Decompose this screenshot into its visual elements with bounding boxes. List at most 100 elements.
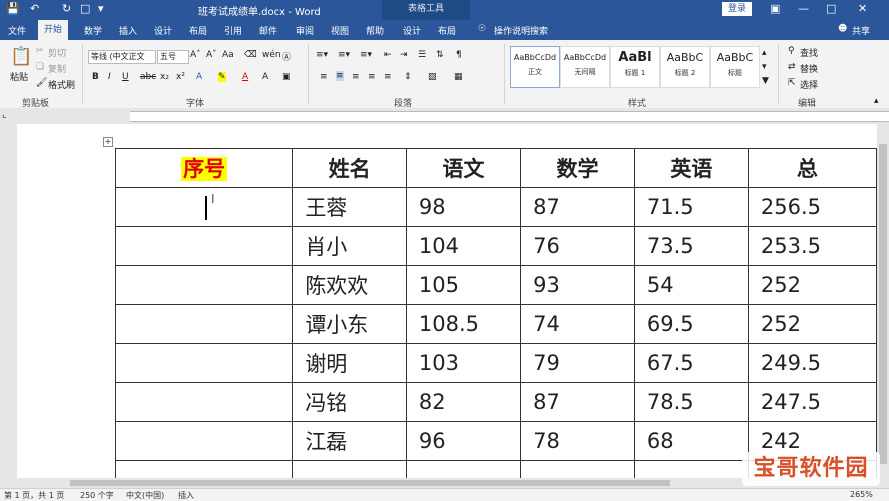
paintbrush-icon[interactable]: 🖌 [36,78,47,88]
replace-icon[interactable]: ⇄ [788,62,796,72]
table-cell[interactable] [114,265,294,305]
increase-indent-icon[interactable]: ⇥ [400,50,408,60]
table-cell[interactable]: 105 [405,265,522,305]
table-cell[interactable]: 73.5 [633,226,749,266]
table-cell[interactable]: 69.5 [633,304,749,344]
table-cell[interactable]: 247.5 [747,382,877,422]
table-cell[interactable]: 陈欢欢 [292,265,407,305]
show-marks-icon[interactable]: ¶ [456,50,462,60]
styles-scroll-down-icon[interactable]: ▾ [762,62,767,72]
insert-mode-indicator[interactable]: 插入 [178,490,194,501]
copy-icon[interactable]: ❏ [36,62,44,72]
page-count[interactable]: 第 1 页，共 1 页 [4,490,64,501]
table-cell[interactable]: 253.5 [747,226,877,266]
tab-layout[interactable]: 布局 [189,24,207,37]
table-move-handle-icon[interactable]: + [103,137,113,147]
table-cell[interactable]: 104 [405,226,522,266]
table-cell[interactable]: 252 [747,304,877,344]
clipboard-icon[interactable]: 📋 [10,46,32,67]
table-cell[interactable]: 71.5 [633,187,749,227]
multilevel-list-icon[interactable]: ≡▾ [360,50,372,60]
table-cell[interactable]: 98 [405,187,522,227]
align-center-icon[interactable]: ≡ [336,71,344,81]
select-button[interactable]: 选择 [800,78,818,91]
table-cell[interactable]: 87 [520,382,635,422]
shading-icon[interactable]: ▧ [428,72,437,82]
tell-me-search[interactable]: 操作说明搜索 [494,24,548,37]
search-icon[interactable]: ⚲ [788,46,795,56]
italic-icon[interactable]: I [108,72,111,82]
chinese-layout-icon[interactable]: ☰ [418,50,426,60]
table-cell[interactable] [292,460,407,478]
scissors-icon[interactable]: ✂ [36,46,44,56]
redo-icon[interactable]: ↻ [62,2,71,15]
header-cell-chinese[interactable]: 语文 [405,148,522,188]
table-cell[interactable]: 103 [405,343,522,383]
table-cell[interactable] [114,460,294,478]
table-cell[interactable]: 谢明 [292,343,407,383]
sort-icon[interactable]: ⇅ [436,50,444,60]
table-cell[interactable] [114,421,294,461]
numbering-icon[interactable]: ≡▾ [338,50,350,60]
table-cell[interactable]: I [114,187,294,227]
change-case-icon[interactable]: Aa [222,50,234,60]
table-cell[interactable] [520,460,635,478]
decrease-indent-icon[interactable]: ⇤ [384,50,392,60]
strikethrough-icon[interactable]: abc [140,72,156,82]
char-border-icon[interactable]: ▣ [282,72,291,82]
collapse-ribbon-icon[interactable]: ▴ [874,96,879,106]
table-cell[interactable]: 78.5 [633,382,749,422]
shrink-font-icon[interactable]: Aˇ [206,50,217,60]
bullets-icon[interactable]: ≡▾ [316,50,328,60]
table-cell[interactable] [405,460,522,478]
table-cell[interactable]: 74 [520,304,635,344]
find-button[interactable]: 查找 [800,46,818,59]
ribbon-display-options-icon[interactable]: ▣ [770,2,780,15]
copy-button[interactable]: 复制 [48,62,66,75]
font-size-select[interactable]: 五号 [157,50,189,64]
select-icon[interactable]: ⇱ [788,78,796,88]
table-cell[interactable]: 96 [405,421,522,461]
replace-button[interactable]: 替换 [800,62,818,75]
tab-references[interactable]: 引用 [224,24,242,37]
tab-home[interactable]: 开始 [38,20,69,40]
table-cell[interactable]: 252 [747,265,877,305]
table-cell[interactable] [114,226,294,266]
language-indicator[interactable]: 中文(中国) [126,490,164,501]
tab-math[interactable]: 数学 [84,24,102,37]
save-icon[interactable]: 💾 [6,2,20,15]
tab-design[interactable]: 设计 [154,24,172,37]
minimize-icon[interactable]: — [798,2,809,15]
bold-icon[interactable]: B [92,72,99,82]
font-color-icon[interactable]: A [242,72,248,82]
style-no-spacing[interactable]: AaBbCcDd 无间隔 [560,46,610,88]
header-cell-name[interactable]: 姓名 [292,148,407,188]
customize-quick-access-icon[interactable]: ▾ [98,2,104,15]
grade-table[interactable]: 序号 姓名 语文 数学 英语 总 I 王蓉 98 87 71.5 256.5 肖… [114,148,877,478]
close-icon[interactable]: ✕ [858,2,867,15]
enclose-char-icon[interactable]: Ⓐ [282,50,291,63]
table-cell[interactable]: 谭小东 [292,304,407,344]
vertical-scroll-thumb[interactable] [879,144,887,464]
text-effects-icon[interactable]: A [196,72,202,82]
font-name-select[interactable]: 等线 (中文正文 [88,50,156,64]
style-normal[interactable]: AaBbCcDd 正文 [510,46,560,88]
vertical-scrollbar[interactable] [877,124,889,486]
subscript-icon[interactable]: x₂ [160,72,169,82]
tab-file[interactable]: 文件 [8,24,26,37]
table-cell[interactable]: 冯铭 [292,382,407,422]
clear-formatting-icon[interactable]: ⌫ [244,50,257,60]
table-cell[interactable]: 王蓉 [292,187,407,227]
table-cell[interactable]: 249.5 [747,343,877,383]
horizontal-ruler[interactable]: ⌞ [0,108,889,124]
table-cell[interactable] [114,304,294,344]
table-cell[interactable] [633,460,749,478]
tab-help[interactable]: 帮助 [366,24,384,37]
highlight-color-icon[interactable]: ✎ [218,72,226,82]
paste-button[interactable]: 粘贴 [10,70,28,83]
header-cell-english[interactable]: 英语 [633,148,749,188]
style-title[interactable]: AaBbC 标题 [710,46,760,88]
table-cell[interactable]: 93 [520,265,635,305]
login-button[interactable]: 登录 [722,2,752,16]
tab-selector-icon[interactable]: ⌞ [2,110,6,120]
